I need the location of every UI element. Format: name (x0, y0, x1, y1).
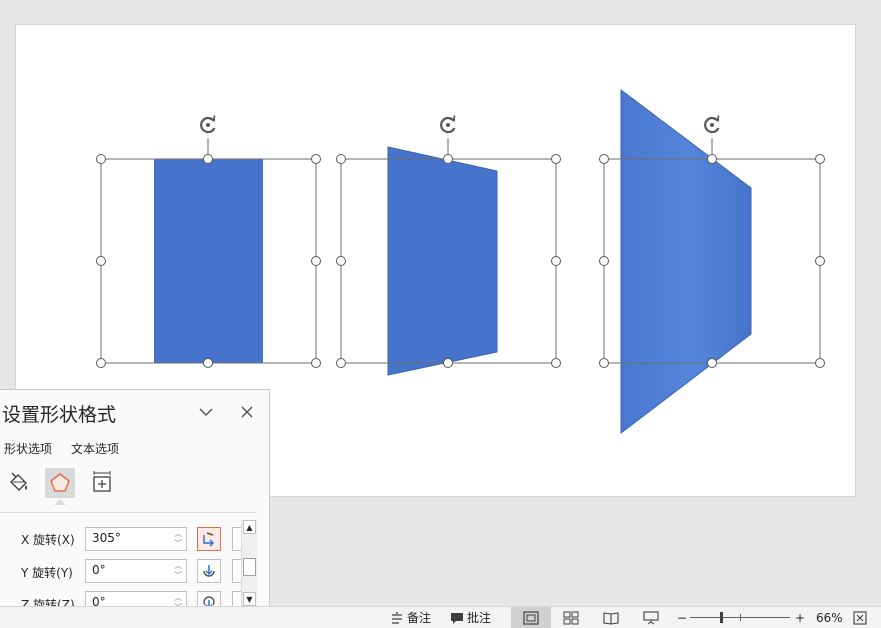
notes-icon (392, 611, 402, 624)
tab-text-options[interactable]: 文本选项 (71, 440, 119, 457)
chevron-down-icon[interactable] (196, 402, 216, 422)
rotate-y-up-button[interactable] (197, 559, 221, 583)
resize-handle[interactable] (336, 154, 346, 164)
fit-window-icon (853, 610, 867, 625)
notes-button[interactable]: 备注 (390, 607, 431, 628)
panel-title: 设置形状格式 (2, 404, 117, 426)
paint-bucket-icon[interactable] (3, 468, 33, 498)
comment-icon (451, 612, 463, 624)
rotate-handle-icon[interactable] (703, 115, 721, 135)
slideshow-button[interactable] (631, 607, 671, 628)
resize-handle[interactable] (311, 154, 321, 164)
resize-handle[interactable] (599, 358, 609, 368)
vertical-scrollbar[interactable]: ▲ ▼ (241, 520, 257, 608)
comments-label: 批注 (467, 611, 492, 625)
x-rotation-label: X 旋转(X) (21, 533, 75, 547)
close-icon[interactable] (237, 402, 257, 422)
format-shape-panel: 设置形状格式 形状选项 文本选项 X 旋转(X) ︿ ﹀ (0, 389, 270, 628)
reading-view-button[interactable] (591, 607, 631, 628)
book-icon (603, 611, 619, 625)
scroll-thumb[interactable] (243, 558, 256, 576)
size-properties-icon[interactable] (87, 468, 117, 498)
zoom-center-mark (740, 614, 741, 621)
resize-handle[interactable] (599, 256, 609, 266)
y-rotation-label: Y 旋转(Y) (21, 566, 73, 580)
tab-shape-options[interactable]: 形状选项 (4, 440, 52, 457)
resize-handle[interactable] (815, 154, 825, 164)
slide-sorter-button[interactable] (551, 607, 591, 628)
resize-handle[interactable] (443, 154, 453, 164)
presentation-icon (643, 610, 659, 624)
scroll-up-icon[interactable]: ▲ (243, 520, 256, 534)
pentagon-icon[interactable] (45, 468, 75, 498)
resize-handle[interactable] (336, 358, 346, 368)
zoom-in-button[interactable]: + (795, 607, 805, 628)
divider (0, 512, 256, 513)
resize-handle[interactable] (203, 154, 213, 164)
resize-handle[interactable] (599, 154, 609, 164)
resize-handle[interactable] (815, 358, 825, 368)
scroll-down-icon[interactable]: ▼ (243, 592, 256, 606)
zoom-slider-thumb[interactable] (720, 612, 723, 623)
resize-handle[interactable] (707, 358, 717, 368)
rotate-handle-icon[interactable] (199, 115, 217, 135)
stepper-down-icon[interactable]: ﹀ (172, 539, 184, 549)
resize-handle[interactable] (815, 256, 825, 266)
resize-handle[interactable] (96, 358, 106, 368)
resize-handle[interactable] (551, 256, 561, 266)
resize-handle[interactable] (96, 154, 106, 164)
normal-view-icon (523, 610, 539, 625)
zoom-out-button[interactable]: − (677, 607, 687, 628)
stepper-up-icon[interactable]: ︿ (172, 593, 184, 603)
rotate-handle-icon[interactable] (439, 115, 457, 135)
shape-rectangle-3[interactable] (620, 88, 752, 435)
rotate-x-left-button[interactable] (197, 527, 221, 551)
shape-rectangle-1[interactable] (154, 159, 263, 363)
resize-handle[interactable] (551, 154, 561, 164)
resize-handle[interactable] (551, 358, 561, 368)
x-rotation-input[interactable] (92, 531, 168, 545)
y-rotation-input[interactable] (92, 563, 168, 577)
zoom-level[interactable]: 66% (816, 607, 843, 628)
comments-button[interactable]: 批注 (450, 607, 491, 628)
normal-view-button[interactable] (511, 607, 551, 628)
resize-handle[interactable] (443, 358, 453, 368)
resize-handle[interactable] (96, 256, 106, 266)
x-rotation-stepper[interactable]: ︿ ﹀ (85, 527, 187, 551)
resize-handle[interactable] (336, 256, 346, 266)
resize-handle[interactable] (707, 154, 717, 164)
resize-handle[interactable] (203, 358, 213, 368)
resize-handle[interactable] (311, 358, 321, 368)
y-rotation-stepper[interactable]: ︿ ﹀ (85, 559, 187, 583)
stepper-down-icon[interactable]: ﹀ (172, 571, 184, 581)
fit-to-window-button[interactable] (845, 607, 875, 628)
stepper-up-icon[interactable]: ︿ (172, 529, 184, 539)
stepper-up-icon[interactable]: ︿ (172, 561, 184, 571)
slide-sorter-icon (563, 611, 579, 624)
shape-rectangle-2[interactable] (387, 146, 498, 376)
active-indicator (54, 499, 66, 505)
resize-handle[interactable] (311, 256, 321, 266)
notes-label: 备注 (407, 611, 432, 625)
status-bar: 备注 批注 − + 66% (0, 606, 881, 628)
